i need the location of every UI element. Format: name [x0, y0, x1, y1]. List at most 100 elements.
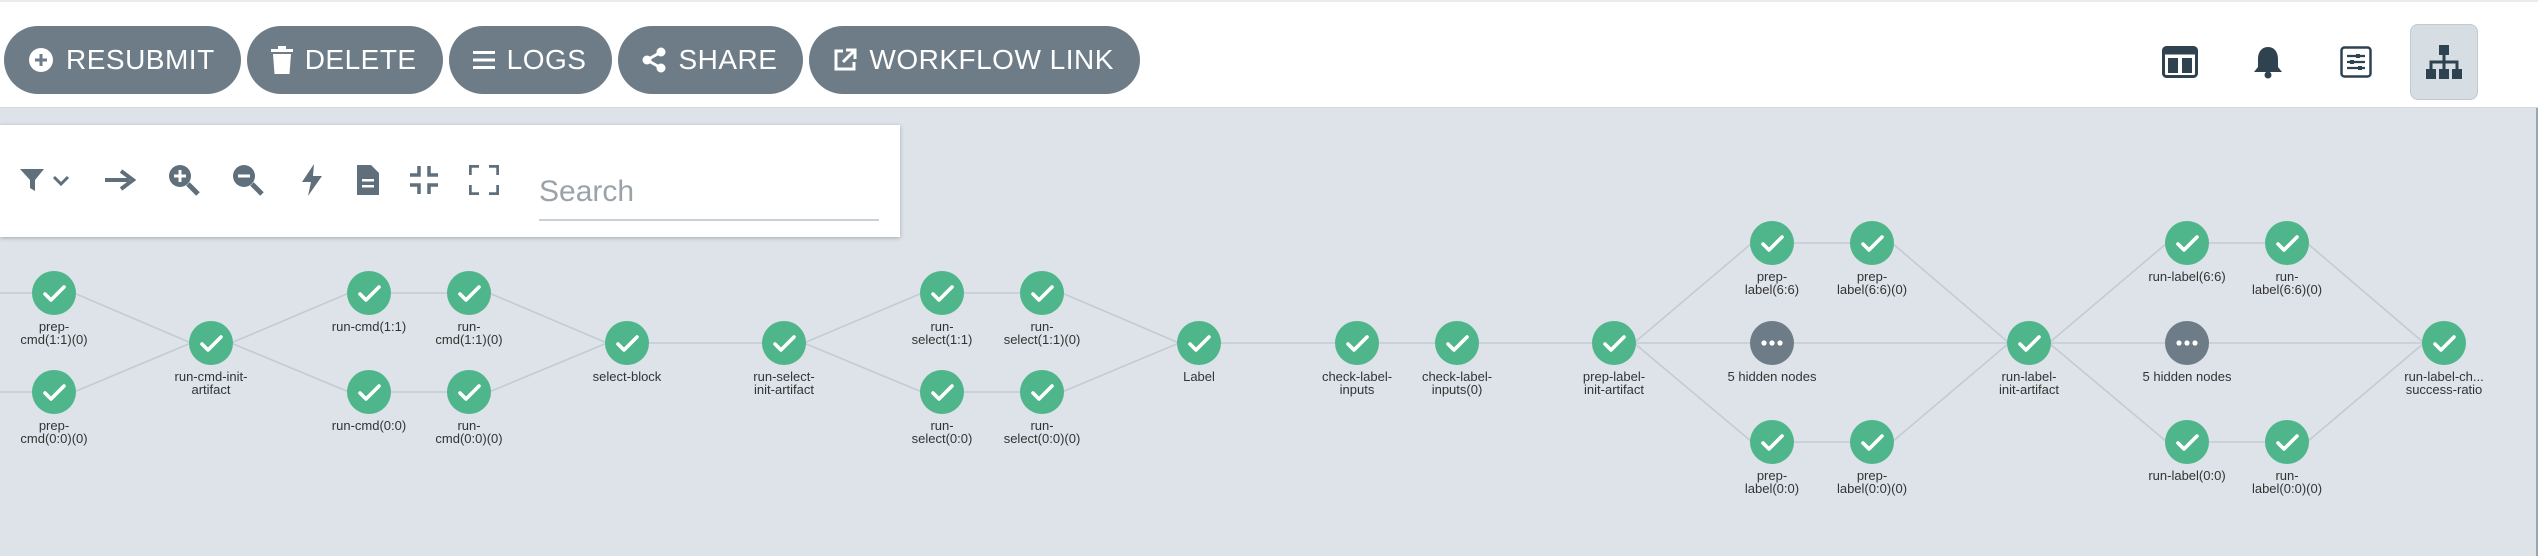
workflow-node[interactable]: run-select(0:0)(0) [1004, 370, 1081, 446]
node-label: select-block [593, 369, 662, 384]
workflow-node[interactable]: run-select(1:1) [912, 271, 973, 347]
search-input[interactable] [539, 165, 879, 221]
node-status-circle[interactable] [1020, 271, 1064, 315]
workflow-node[interactable]: run-label-init-artifact [1999, 321, 2059, 397]
zoom-out-button[interactable] [228, 157, 268, 203]
node-status-circle[interactable] [2265, 420, 2309, 464]
node-label: run-cmd(0:0) [332, 418, 406, 433]
node-status-circle[interactable] [762, 321, 806, 365]
node-status-circle[interactable] [1850, 221, 1894, 265]
direction-button[interactable] [100, 157, 140, 203]
node-status-circle[interactable] [2007, 321, 2051, 365]
node-status-circle[interactable] [347, 271, 391, 315]
node-label: label(6:6) [1745, 282, 1799, 297]
ellipsis-icon [2184, 340, 2190, 346]
node-label: Label [1183, 369, 1215, 384]
hidden-nodes-group[interactable]: 5 hidden nodes [2143, 321, 2232, 384]
node-status-circle[interactable] [32, 271, 76, 315]
artifacts-button[interactable] [348, 157, 388, 203]
workflow-graph[interactable]: prep-cmd(1:1)(0) prep-cmd(0:0)(0) run-cmd-… [0, 0, 2538, 556]
node-status-circle[interactable] [1177, 321, 1221, 365]
node-label: cmd(0:0)(0) [20, 431, 87, 446]
workflow-node[interactable]: run-select(1:1)(0) [1004, 271, 1081, 347]
node-status-circle[interactable] [1435, 321, 1479, 365]
workflow-node[interactable]: run-label(6:6) [2148, 221, 2226, 284]
node-label: label(0:0)(0) [1837, 481, 1907, 496]
node-status-circle[interactable] [32, 370, 76, 414]
node-status-circle[interactable] [920, 370, 964, 414]
node-status-circle[interactable] [1750, 420, 1794, 464]
fast-mode-button[interactable] [292, 157, 332, 203]
collapse-button[interactable] [404, 157, 444, 203]
node-label: 5 hidden nodes [2143, 369, 2232, 384]
ellipsis-icon [2176, 340, 2182, 346]
node-label: select(1:1)(0) [1004, 332, 1081, 347]
node-status-circle[interactable] [189, 321, 233, 365]
hidden-nodes-group[interactable]: 5 hidden nodes [1728, 321, 1817, 384]
workflow-node[interactable]: prep-label(0:0) [1745, 420, 1799, 496]
ellipsis-icon [2192, 340, 2198, 346]
zoom-out-icon [233, 165, 264, 196]
node-label: run-label(6:6) [2148, 269, 2225, 284]
workflow-node[interactable]: run-cmd(1:1)(0) [435, 271, 503, 347]
node-label: run-label(0:0) [2148, 468, 2225, 483]
workflow-node[interactable]: check-label-inputs [1322, 321, 1392, 397]
workflow-node[interactable]: check-label-inputs(0) [1422, 321, 1492, 397]
node-status-circle[interactable] [2165, 420, 2209, 464]
node-label: cmd(1:1)(0) [20, 332, 87, 347]
node-label: 5 hidden nodes [1728, 369, 1817, 384]
node-status-circle[interactable] [447, 271, 491, 315]
workflow-node[interactable]: prep-label(6:6)(0) [1837, 221, 1907, 297]
node-status-circle[interactable] [1335, 321, 1379, 365]
node-status-circle[interactable] [2165, 221, 2209, 265]
node-label: label(0:0) [1745, 481, 1799, 496]
workflow-node[interactable]: run-label-ch...success-ratio [2404, 321, 2484, 397]
workflow-node[interactable]: prep-label-init-artifact [1583, 321, 1645, 397]
workflow-node[interactable]: run-label(0:0)(0) [2252, 420, 2322, 496]
workflow-node[interactable]: prep-cmd(1:1)(0) [20, 271, 88, 347]
ellipsis-icon [1769, 340, 1775, 346]
node-status-circle[interactable] [2265, 221, 2309, 265]
expand-button[interactable] [464, 157, 504, 203]
graph-controls-panel [0, 125, 900, 237]
workflow-node[interactable]: prep-label(6:6) [1745, 221, 1799, 297]
node-status-circle[interactable] [2422, 321, 2466, 365]
node-status-circle[interactable] [447, 370, 491, 414]
filter-icon [20, 169, 70, 191]
node-status-circle[interactable] [605, 321, 649, 365]
graph-edge [469, 342, 627, 393]
node-label: select(0:0)(0) [1004, 431, 1081, 446]
workflow-node[interactable]: run-select-init-artifact [753, 321, 815, 397]
workflow-node[interactable]: prep-cmd(0:0)(0) [20, 370, 88, 446]
node-label: label(0:0)(0) [2252, 481, 2322, 496]
workflow-node[interactable]: run-cmd-init-artifact [175, 321, 248, 397]
graph-edge [1042, 342, 1199, 393]
node-label: cmd(0:0)(0) [435, 431, 502, 446]
node-status-circle[interactable] [1850, 420, 1894, 464]
workflow-node[interactable]: run-cmd(0:0)(0) [435, 370, 503, 446]
workflow-node[interactable]: run-label(6:6)(0) [2252, 221, 2322, 297]
zoom-in-button[interactable] [164, 157, 204, 203]
node-status-circle[interactable] [1750, 221, 1794, 265]
workflow-node[interactable]: Label [1177, 321, 1221, 384]
node-status-circle[interactable] [920, 271, 964, 315]
node-status-circle[interactable] [1020, 370, 1064, 414]
workflow-node[interactable]: run-label(0:0) [2148, 420, 2226, 483]
node-label: inputs [1340, 382, 1375, 397]
workflow-node[interactable]: run-select(0:0) [912, 370, 973, 446]
node-status-circle[interactable] [347, 370, 391, 414]
node-label: select(0:0) [912, 431, 973, 446]
ellipsis-icon [1761, 340, 1767, 346]
workflow-node[interactable]: select-block [593, 321, 662, 384]
graph-edge [211, 342, 369, 393]
node-label: init-artifact [1584, 382, 1644, 397]
node-status-circle[interactable] [1592, 321, 1636, 365]
node-label: label(6:6)(0) [2252, 282, 2322, 297]
workflow-node[interactable]: run-cmd(1:1) [332, 271, 406, 334]
document-icon [357, 165, 379, 195]
workflow-node[interactable]: prep-label(0:0)(0) [1837, 420, 1907, 496]
workflow-node[interactable]: run-cmd(0:0) [332, 370, 406, 433]
node-label: artifact [191, 382, 230, 397]
node-label: init-artifact [1999, 382, 2059, 397]
filter-button[interactable] [16, 157, 76, 203]
